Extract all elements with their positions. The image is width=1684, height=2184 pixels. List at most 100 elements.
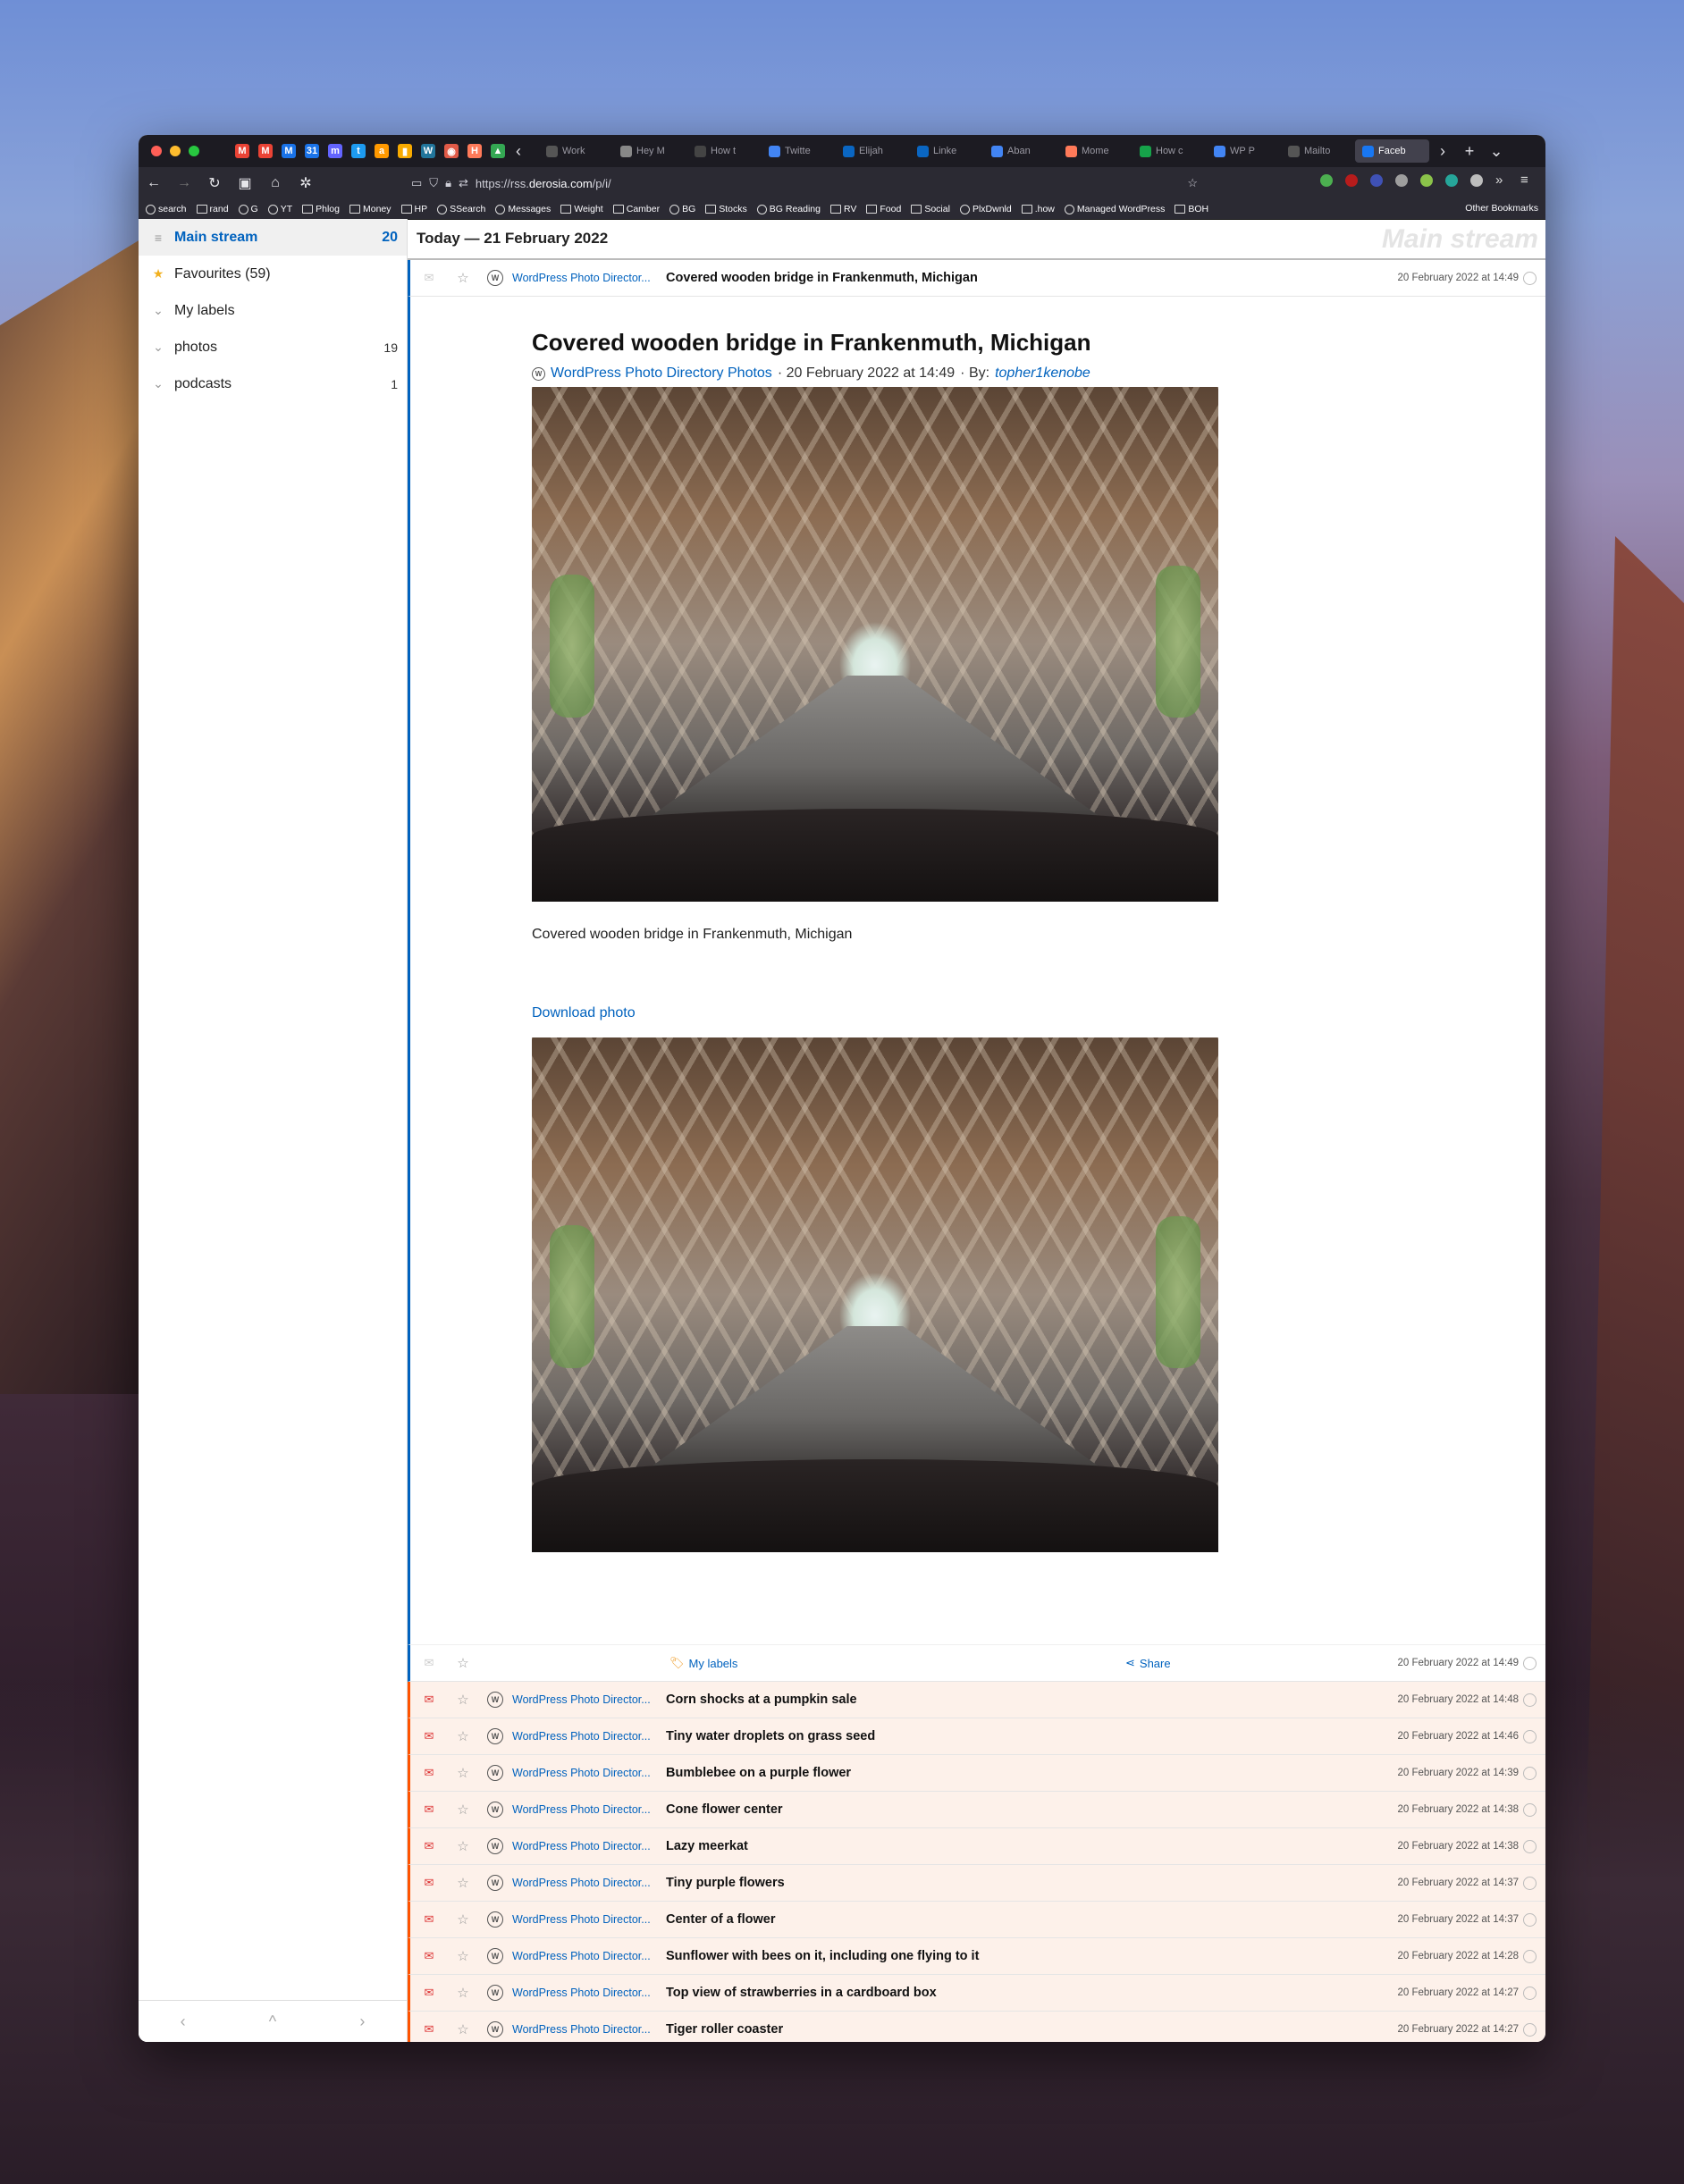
extension-gear-icon[interactable]: ✲ [290, 174, 321, 192]
tabs-scroll-left-icon[interactable]: ‹ [505, 142, 532, 161]
mark-read-icon[interactable]: ✉ [417, 1802, 441, 1817]
amazon-icon[interactable]: a [375, 144, 389, 158]
open-link-icon[interactable] [1523, 2022, 1537, 2037]
drive-icon[interactable]: ▲ [491, 144, 505, 158]
mark-read-icon[interactable]: ✉ [417, 1949, 441, 1963]
bookmark-item[interactable]: G [238, 204, 258, 214]
wordpress-icon[interactable]: W [421, 144, 435, 158]
previous-feed-icon[interactable]: ‹ [181, 2012, 186, 2031]
browser-tab[interactable]: Mailto [1281, 139, 1355, 163]
favourite-star-icon[interactable]: ☆ [451, 270, 475, 286]
bookmark-star-icon[interactable]: ☆ [1187, 176, 1198, 190]
entry-title[interactable]: Lazy meerkat [666, 1839, 748, 1853]
favourite-star-icon[interactable]: ☆ [451, 1838, 475, 1854]
open-link-icon[interactable] [1523, 1693, 1537, 1707]
article-feed-link[interactable]: WordPress Photo Directory Photos [551, 365, 772, 382]
entry-feed-name[interactable]: WordPress Photo Director... [512, 1730, 661, 1743]
entry-title[interactable]: Cone flower center [666, 1802, 783, 1817]
twitter-icon[interactable]: t [351, 144, 366, 158]
zoom-window-button[interactable] [189, 146, 199, 156]
labels-dropdown[interactable]: 🏷︎ My labels [669, 1656, 737, 1670]
analytics-icon[interactable]: ▮ [398, 144, 412, 158]
article-title[interactable]: Covered wooden bridge in Frankenmuth, Mi… [532, 329, 1545, 357]
favourite-star-icon[interactable]: ☆ [451, 1875, 475, 1891]
bookmark-item[interactable]: Weight [560, 204, 603, 214]
favourite-star-icon[interactable]: ☆ [451, 1655, 475, 1671]
entry-row[interactable]: ✉ ☆ W WordPress Photo Director... Lazy meerk… [408, 1828, 1545, 1865]
download-photo-link[interactable]: Download photo [532, 1005, 1545, 1021]
entry-row[interactable]: ✉ ☆ W WordPress Photo Director... Sunflower … [408, 1938, 1545, 1975]
favourite-star-icon[interactable]: ☆ [451, 1911, 475, 1928]
tracking-protection-icon[interactable]: ⛉ [429, 176, 438, 190]
entry-feed-name[interactable]: WordPress Photo Director... [512, 1913, 661, 1926]
article-author[interactable]: topher1kenobe [995, 365, 1090, 382]
bookmark-item[interactable]: Managed WordPress [1064, 204, 1165, 214]
url-text[interactable]: https://rss.derosia.com/p/i/ [476, 177, 611, 190]
entry-row[interactable]: ✉ ☆ W WordPress Photo Director... Tiny purpl… [408, 1865, 1545, 1902]
calendar-icon[interactable]: 31 [305, 144, 319, 158]
menu-icon[interactable]: ≡ [1520, 173, 1533, 187]
favourite-star-icon[interactable]: ☆ [451, 1692, 475, 1708]
reader-view-icon[interactable]: ▭ [411, 176, 422, 190]
bookmark-item[interactable]: Phlog [302, 204, 340, 214]
entry-row[interactable]: ✉ ☆ W WordPress Photo Director... Tiger roll… [408, 2012, 1545, 2042]
entry-title[interactable]: Tiger roller coaster [666, 2022, 783, 2037]
bookmark-item[interactable]: .how [1021, 204, 1055, 214]
bookmark-item[interactable]: Messages [495, 204, 551, 214]
mark-read-icon[interactable]: ✉ [417, 1876, 441, 1890]
open-link-icon[interactable] [1523, 1986, 1537, 2000]
close-window-button[interactable] [151, 146, 162, 156]
entry-title[interactable]: Center of a flower [666, 1912, 775, 1927]
bookmark-item[interactable]: BOH [1175, 204, 1208, 214]
open-link-icon[interactable] [1523, 1839, 1537, 1853]
bookmark-item[interactable]: YT [267, 204, 292, 214]
bookmark-item[interactable]: PlxDwnld [959, 204, 1012, 214]
entry-row[interactable]: ✉ ☆ W WordPress Photo Director... Tiny water… [408, 1718, 1545, 1755]
entry-row[interactable]: ✉ ☆ W WordPress Photo Director... Bumblebee … [408, 1755, 1545, 1792]
entry-feed-name[interactable]: WordPress Photo Director... [512, 272, 661, 284]
gmail-icon[interactable]: M [258, 144, 273, 158]
sidebar-item-main-stream[interactable]: ≡ Main stream 20 [139, 219, 407, 256]
list-all-tabs-icon[interactable]: ⌄ [1483, 142, 1510, 161]
entry-title[interactable]: Tiny purple flowers [666, 1876, 785, 1890]
mark-read-icon[interactable]: ✉ [417, 1693, 441, 1707]
entry-row[interactable]: ✉ ☆ W WordPress Photo Director... Corn shock… [408, 1682, 1545, 1718]
browser-tab[interactable]: Linke [910, 139, 984, 163]
tabs-scroll-right-icon[interactable]: › [1429, 142, 1456, 161]
open-link-icon[interactable] [1523, 271, 1537, 285]
entry-feed-name[interactable]: WordPress Photo Director... [512, 1693, 661, 1706]
favourite-star-icon[interactable]: ☆ [451, 2021, 475, 2037]
entry-title[interactable]: Corn shocks at a pumpkin sale [666, 1693, 857, 1707]
image-extension-icon[interactable] [1420, 174, 1433, 187]
open-link-icon[interactable] [1523, 1802, 1537, 1817]
share-dropdown[interactable]: ⋖ Share [1125, 1656, 1171, 1670]
forward-icon[interactable]: → [169, 175, 199, 191]
entry-title[interactable]: Covered wooden bridge in Frankenmuth, Mi… [666, 271, 978, 285]
sidebar-item-photos[interactable]: ⌄ photos 19 [139, 329, 407, 365]
entry-row[interactable]: ✉ ☆ W WordPress Photo Director... Cone flowe… [408, 1792, 1545, 1828]
open-link-icon[interactable] [1523, 1729, 1537, 1743]
hubspot-icon[interactable]: H [467, 144, 482, 158]
favourite-star-icon[interactable]: ☆ [451, 1802, 475, 1818]
feather-extension-icon[interactable] [1445, 174, 1458, 187]
mark-read-icon[interactable]: ✉ [417, 1656, 441, 1670]
favourite-star-icon[interactable]: ☆ [451, 1948, 475, 1964]
entry-row[interactable]: ✉ ☆ W WordPress Photo Director... Top view o… [408, 1975, 1545, 2012]
bookmark-item[interactable]: HP [400, 204, 427, 214]
browser-tab[interactable]: Aban [984, 139, 1058, 163]
entry-row[interactable]: ✉ ☆ W WordPress Photo Director... Center of … [408, 1902, 1545, 1938]
chrome-icon[interactable] [1320, 174, 1333, 187]
browser-tab[interactable]: How t [687, 139, 762, 163]
entry-feed-name[interactable]: WordPress Photo Director... [512, 1950, 661, 1962]
entry-title[interactable]: Tiny water droplets on grass seed [666, 1729, 875, 1743]
browser-tab[interactable]: WP P [1207, 139, 1281, 163]
open-link-icon[interactable] [1523, 1876, 1537, 1890]
mail-icon[interactable]: M [282, 144, 296, 158]
entry-feed-name[interactable]: WordPress Photo Director... [512, 1803, 661, 1816]
entry-feed-name[interactable]: WordPress Photo Director... [512, 1767, 661, 1779]
mark-read-icon[interactable]: ✉ [417, 1729, 441, 1743]
browser-tab[interactable]: Elijah [836, 139, 910, 163]
overflow-icon[interactable]: » [1495, 173, 1508, 187]
mark-read-icon[interactable]: ✉ [417, 1912, 441, 1927]
globe-extension-icon[interactable] [1370, 174, 1383, 187]
